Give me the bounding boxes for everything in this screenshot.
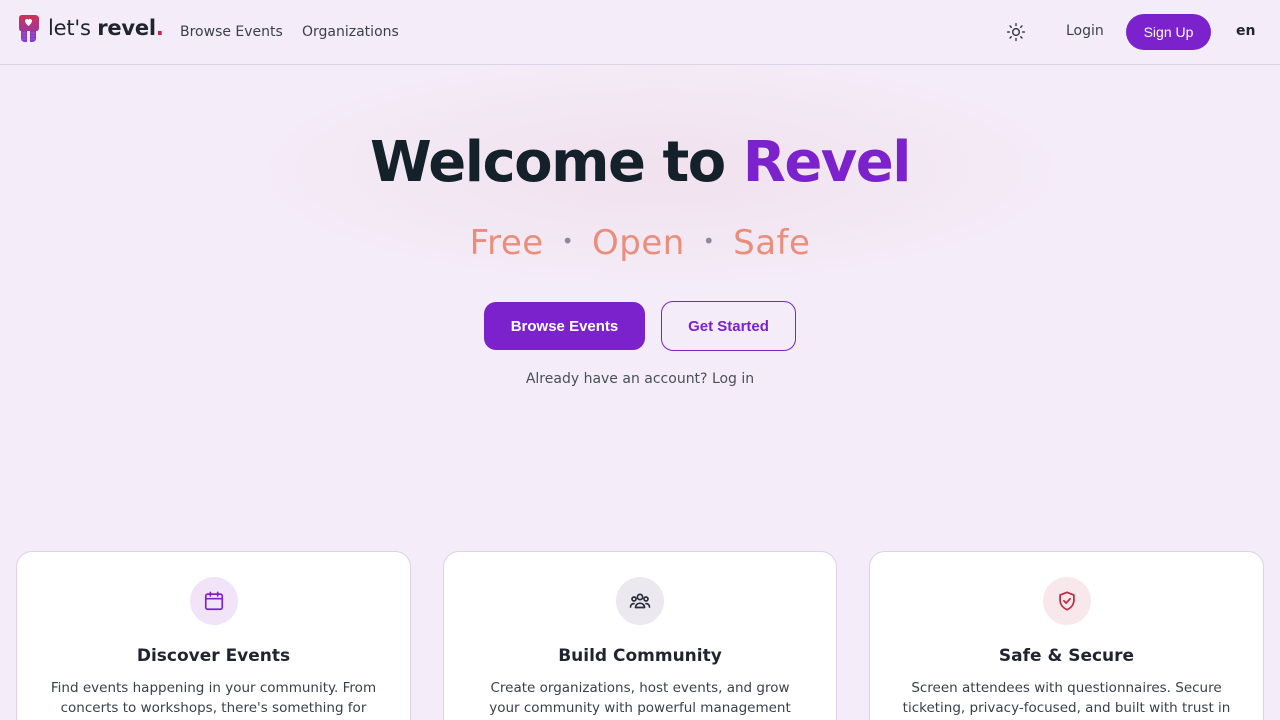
hero-title: Welcome to Revel [0,127,1280,199]
feature-icon-wrap [1043,577,1091,625]
tagline-free: Free [469,223,544,263]
logo-name: revel [97,16,156,40]
users-icon [629,593,651,609]
feature-card-discover: Discover Events Find events happening in… [16,551,411,720]
login-link[interactable]: Login [1066,23,1104,39]
hero-tagline: Free • Open • Safe [0,222,1280,266]
site-header: let's revel. Browse Events Organizations… [0,0,1280,65]
logo-link[interactable]: let's revel. [16,14,164,43]
sun-icon [1006,22,1026,42]
feature-title: Build Community [558,646,722,666]
language-selector[interactable]: en [1236,23,1255,39]
logo-prefix: let's [48,16,98,40]
browse-events-button[interactable]: Browse Events [484,302,645,350]
feature-description: Find events happening in your community.… [50,680,377,716]
feature-description: Create organizations, host events, and g… [489,680,791,716]
feature-description: Screen attendees with questionnaires. Se… [902,680,1231,716]
feature-title: Discover Events [136,646,291,666]
theme-toggle-button[interactable] [1004,20,1028,44]
hero-title-prefix: Welcome to [370,130,743,195]
logo-dot: . [155,16,164,40]
tagline-separator: • [561,228,575,253]
feature-card-community: Build Community Create organizations, ho… [443,551,837,720]
shield-check-icon [1059,591,1075,611]
tagline-safe: Safe [733,223,811,263]
nav-organizations[interactable]: Organizations [302,23,399,41]
get-started-button[interactable]: Get Started [661,301,796,351]
logo-text: let's revel. [48,18,164,39]
already-have-account: Already have an account? Log in [0,371,1280,387]
calendar-icon [204,591,224,611]
feature-card-safe: Safe & Secure Screen attendees with ques… [869,551,1264,720]
feature-icon-wrap [616,577,664,625]
nav-browse-events[interactable]: Browse Events [180,23,283,41]
tagline-open: Open [592,223,685,263]
hero-title-accent: Revel [742,130,912,195]
already-text: Already have an account? [525,371,712,387]
feature-icon-wrap [190,577,238,625]
tagline-separator: • [702,228,716,253]
feature-title: Safe & Secure [998,646,1135,666]
signup-button[interactable]: Sign Up [1126,14,1211,50]
login-inline-link[interactable]: Log in [712,371,754,387]
revel-logo-icon [19,15,39,42]
